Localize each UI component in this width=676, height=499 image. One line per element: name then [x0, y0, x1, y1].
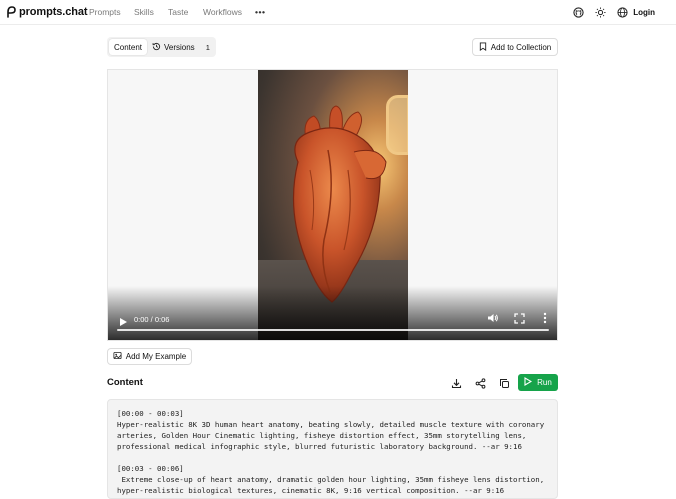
- top-header: prompts.chat Prompts Skills Taste Workfl…: [0, 0, 676, 25]
- login-button[interactable]: Login: [633, 8, 655, 17]
- main-nav: Prompts Skills Taste Workflows •••: [89, 7, 265, 17]
- nav-more-button[interactable]: •••: [255, 7, 265, 17]
- nav-prompts[interactable]: Prompts: [89, 7, 134, 17]
- video-progress-bar[interactable]: [117, 329, 549, 331]
- more-options-icon[interactable]: [538, 311, 552, 325]
- app-name: prompts.chat: [19, 5, 88, 18]
- github-icon[interactable]: [572, 6, 584, 18]
- bookmark-icon: [479, 41, 487, 53]
- fullscreen-icon[interactable]: [512, 311, 526, 325]
- copy-icon[interactable]: [497, 376, 511, 390]
- play-outline-icon: [524, 377, 533, 388]
- run-button[interactable]: Run: [518, 374, 558, 391]
- run-label: Run: [537, 378, 552, 387]
- tab-content[interactable]: Content: [109, 39, 147, 55]
- tab-versions-label: Versions: [164, 42, 195, 52]
- history-icon: [152, 42, 161, 53]
- sun-icon[interactable]: [594, 6, 606, 18]
- tab-versions[interactable]: Versions 1: [152, 39, 210, 55]
- add-my-example-button[interactable]: Add My Example: [107, 348, 192, 365]
- nav-skills[interactable]: Skills: [134, 7, 168, 17]
- nav-workflows[interactable]: Workflows: [203, 7, 255, 17]
- volume-icon[interactable]: [486, 311, 500, 325]
- header-icons: [572, 6, 628, 18]
- versions-count: 1: [205, 42, 210, 52]
- video-time: 0:00 / 0:06: [134, 315, 170, 324]
- add-to-collection-button[interactable]: Add to Collection: [472, 38, 558, 56]
- content-heading: Content: [107, 377, 143, 388]
- logo[interactable]: prompts.chat: [4, 5, 88, 18]
- add-to-collection-label: Add to Collection: [490, 42, 552, 52]
- share-icon[interactable]: [473, 376, 487, 390]
- globe-icon[interactable]: [616, 6, 628, 18]
- add-my-example-label: Add My Example: [125, 352, 187, 361]
- video-player[interactable]: 0:00 / 0:06: [107, 69, 558, 341]
- prompt-content-text: [00:00 - 00:03] Hyper-realistic 8K 3D hu…: [107, 399, 558, 499]
- download-icon[interactable]: [449, 376, 463, 390]
- play-icon[interactable]: [118, 314, 128, 326]
- logo-icon: [4, 5, 16, 18]
- image-plus-icon: [113, 351, 122, 362]
- nav-taste[interactable]: Taste: [168, 7, 203, 17]
